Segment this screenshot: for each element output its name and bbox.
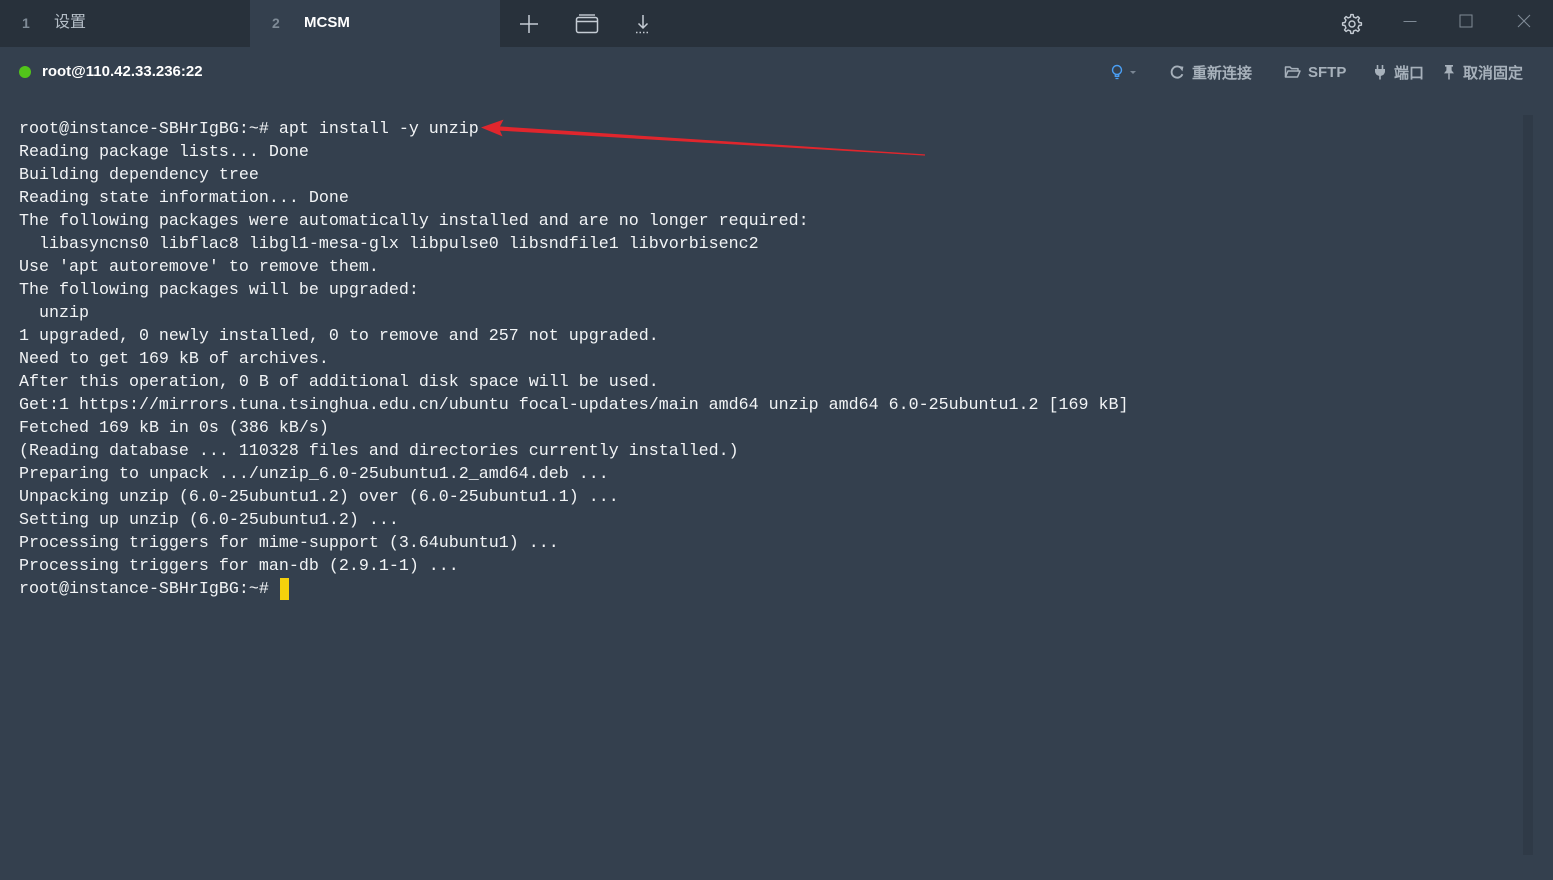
terminal-line: The following packages will be upgraded: <box>19 281 419 300</box>
terminal-line: Processing triggers for mime-support (3.… <box>19 534 559 553</box>
sftp-button[interactable]: SFTP <box>1284 47 1346 97</box>
terminal-output[interactable]: root@instance-SBHrIgBG:~# apt install -y… <box>19 118 1514 858</box>
download-button[interactable] <box>630 0 656 47</box>
tab-mcsm[interactable]: 2 MCSM <box>250 0 500 47</box>
terminal-line: Unpacking unzip (6.0-25ubuntu1.2) over (… <box>19 488 619 507</box>
sftp-label: SFTP <box>1308 63 1347 81</box>
tab-bar: 1 设置 2 MCSM <box>0 0 1553 47</box>
terminal-line: Processing triggers for man-db (2.9.1-1)… <box>19 557 459 576</box>
layout-button[interactable] <box>574 0 600 47</box>
session-bar: root@110.42.33.236:22 重新连接 SFTP 端口 取消固定 <box>0 47 1553 97</box>
unpin-button[interactable]: 取消固定 <box>1442 47 1523 97</box>
terminal-line: Use 'apt autoremove' to remove them. <box>19 258 379 277</box>
port-forward-button[interactable]: 端口 <box>1373 47 1424 97</box>
new-tab-button[interactable] <box>516 0 542 47</box>
terminal-prompt-line[interactable]: root@instance-SBHrIgBG:~# <box>19 578 1514 601</box>
tab-label: 设置 <box>54 14 87 31</box>
tab-number: 2 <box>272 15 280 31</box>
terminal-line: 1 upgraded, 0 newly installed, 0 to remo… <box>19 327 659 346</box>
terminal-line: The following packages were automaticall… <box>19 212 809 231</box>
terminal-prompt: root@instance-SBHrIgBG:~# <box>19 580 269 599</box>
session-host: root@110.42.33.236:22 <box>42 63 203 80</box>
tab-number: 1 <box>22 15 30 31</box>
connection-status-dot <box>19 66 31 78</box>
terminal-line: Setting up unzip (6.0-25ubuntu1.2) ... <box>19 511 399 530</box>
pin-icon <box>1444 65 1454 80</box>
chevron-down-icon <box>1130 71 1136 74</box>
window-icon <box>575 13 599 33</box>
gear-icon <box>1341 13 1363 34</box>
close-icon <box>1517 14 1531 28</box>
terminal-line: Fetched 169 kB in 0s (386 kB/s) <box>19 419 329 438</box>
terminal-line: Reading state information... Done <box>19 189 349 208</box>
tab-settings[interactable]: 1 设置 <box>0 0 250 47</box>
maximize-icon <box>1459 14 1473 28</box>
terminal-line: Need to get 169 kB of archives. <box>19 350 329 369</box>
maximize-button[interactable] <box>1453 0 1479 47</box>
reload-icon <box>1170 65 1184 79</box>
bulb-icon <box>1111 64 1123 80</box>
port-label: 端口 <box>1394 64 1425 82</box>
terminal-line: Get:1 https://mirrors.tuna.tsinghua.edu.… <box>19 396 1129 415</box>
plug-icon <box>1375 65 1385 80</box>
terminal-line: Reading package lists... Done <box>19 143 309 162</box>
terminal-line: (Reading database ... 110328 files and d… <box>19 442 739 461</box>
terminal-window: 1 设置 2 MCSM root@110.42.33.236:22 重新连接 S… <box>0 0 1553 880</box>
terminal-line: libasyncns0 libflac8 libgl1-mesa-glx lib… <box>19 235 759 254</box>
terminal-line: Preparing to unpack .../unzip_6.0-25ubun… <box>19 465 609 484</box>
terminal-line: root@instance-SBHrIgBG:~# apt install -y… <box>19 120 479 139</box>
terminal-cursor <box>279 578 289 600</box>
plus-icon <box>520 14 538 33</box>
tab-label: MCSM <box>304 14 350 31</box>
close-button[interactable] <box>1511 0 1537 47</box>
terminal-line: unzip <box>19 304 89 323</box>
unpin-label: 取消固定 <box>1463 64 1524 82</box>
folder-open-icon <box>1284 66 1301 78</box>
terminal-scrollbar[interactable] <box>1523 115 1533 855</box>
terminal-line: After this operation, 0 B of additional … <box>19 373 659 392</box>
minimize-button[interactable] <box>1397 0 1423 47</box>
quick-commands-button[interactable] <box>1109 47 1137 97</box>
download-icon <box>636 14 650 33</box>
terminal-line: Building dependency tree <box>19 166 259 185</box>
settings-button[interactable] <box>1339 0 1365 47</box>
minimize-icon <box>1403 21 1417 22</box>
reconnect-button[interactable]: 重新连接 <box>1169 47 1252 97</box>
reconnect-label: 重新连接 <box>1192 64 1253 82</box>
